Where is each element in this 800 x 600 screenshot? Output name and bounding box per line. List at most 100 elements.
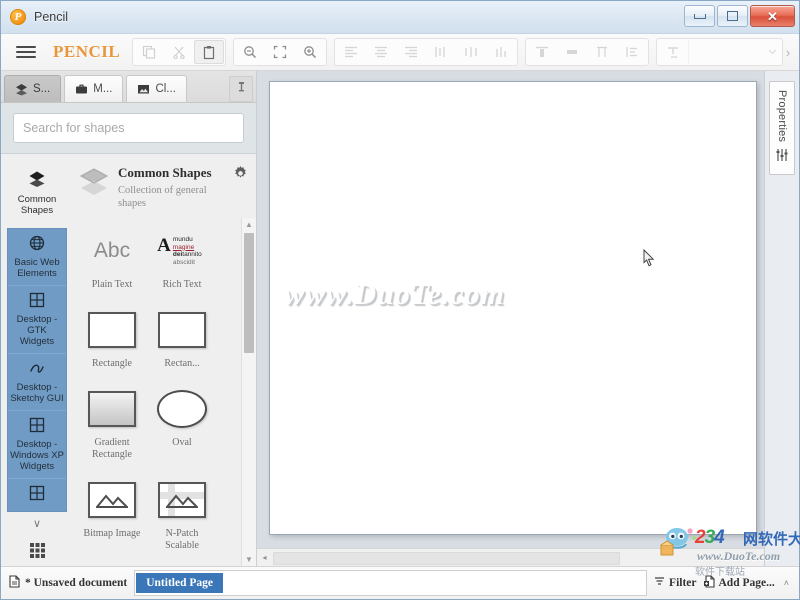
- shape-grid: Abc Plain Text A mundu magine deitannito ab…: [73, 218, 241, 566]
- document-name-group: * Unsaved document: [9, 575, 127, 591]
- page-tab-strip[interactable]: Untitled Page: [134, 570, 648, 596]
- collections-area: Common Shapes Basic Web Elements Desktop…: [1, 154, 256, 566]
- oval-icon: [157, 386, 207, 432]
- distribute-vertical-button[interactable]: [617, 40, 647, 64]
- page-tab-untitled-page[interactable]: Untitled Page: [136, 573, 223, 593]
- distribute-center-button[interactable]: [456, 40, 486, 64]
- scrollbar-track[interactable]: [242, 231, 256, 553]
- chevron-down-icon: [768, 47, 777, 58]
- align-middle-icon: [565, 46, 579, 58]
- window-controls: ✕: [684, 5, 795, 27]
- align-middle-button[interactable]: [557, 40, 587, 64]
- scrollbar-thumb[interactable]: [244, 233, 254, 353]
- shape-item-rectangle[interactable]: Rectangle: [77, 301, 147, 380]
- shape-label: Oval: [172, 437, 192, 448]
- statusbar-collapse-button[interactable]: ˄: [782, 578, 791, 588]
- toolbar-overflow-button[interactable]: ›: [780, 40, 796, 64]
- tab-tools-label: M...: [93, 83, 113, 95]
- main-menu-button[interactable]: [9, 46, 43, 58]
- minimize-button[interactable]: [684, 5, 715, 27]
- zoom-fit-button[interactable]: [265, 40, 295, 64]
- canvas-viewport[interactable]: www.DuoTe.com: [257, 71, 764, 548]
- align-left-button[interactable]: [336, 40, 366, 64]
- align-bottom-button[interactable]: [587, 40, 617, 64]
- shape-label: N-Patch Scalable: [165, 528, 199, 551]
- distribute-right-button[interactable]: [486, 40, 516, 64]
- zoom-out-icon: [243, 45, 257, 59]
- hscrollbar-thumb[interactable]: [273, 552, 620, 565]
- rail-item-common-shapes[interactable]: Common Shapes: [8, 164, 66, 222]
- rail-item-desktop-windows-xp-widgets[interactable]: Desktop - Windows XP Widgets: [8, 411, 66, 479]
- all-collections-button[interactable]: [8, 540, 66, 566]
- align-center-icon: [374, 46, 388, 58]
- zoom-out-button[interactable]: [235, 40, 265, 64]
- app-brand-label: PENCIL: [53, 42, 121, 61]
- hscrollbar-track[interactable]: [273, 551, 763, 565]
- vertical-align-toolbar-group: [525, 38, 650, 66]
- tab-shapes-label: S...: [33, 83, 51, 95]
- canvas-horizontal-scrollbar[interactable]: ◂: [257, 548, 764, 566]
- rail-item-desktop-sketchy-gui[interactable]: Desktop - Sketchy GUI: [8, 354, 66, 411]
- copy-button[interactable]: [134, 40, 164, 64]
- rail-item-desktop-gtk-widgets[interactable]: Desktop - GTK Widgets: [8, 286, 66, 354]
- collection-title: Common Shapes: [118, 165, 212, 180]
- shapes-icon: [15, 83, 28, 96]
- align-center-button[interactable]: [366, 40, 396, 64]
- shape-item-gradient-rectangle[interactable]: Gradient Rectangle: [77, 380, 147, 471]
- collection-more-button[interactable]: ∨: [8, 512, 66, 534]
- collection-rail-current[interactable]: Common Shapes: [5, 162, 69, 228]
- align-toolbar-group: [334, 38, 519, 66]
- shape-item-plain-text[interactable]: Abc Plain Text: [77, 222, 147, 301]
- distribute-vertical-icon: [625, 46, 639, 58]
- filter-button[interactable]: Filter: [654, 576, 697, 590]
- pin-panel-button[interactable]: [229, 76, 253, 102]
- align-top-button[interactable]: [527, 40, 557, 64]
- shape-item-n-patch-scalable[interactable]: N-Patch Scalable: [147, 471, 217, 562]
- scroll-left-arrow-icon[interactable]: ◂: [257, 550, 272, 565]
- align-right-button[interactable]: [396, 40, 426, 64]
- layers-icon: [28, 170, 46, 191]
- shape-label: Bitmap Image: [83, 528, 141, 539]
- document-page[interactable]: www.DuoTe.com: [269, 81, 757, 535]
- rail-item-basic-web-elements[interactable]: Basic Web Elements: [8, 229, 66, 286]
- close-button[interactable]: ✕: [750, 5, 795, 27]
- scroll-down-arrow-icon[interactable]: ▼: [245, 553, 253, 566]
- collection-settings-button[interactable]: [233, 164, 248, 186]
- maximize-button[interactable]: [717, 5, 748, 27]
- font-size-combo[interactable]: [688, 40, 781, 64]
- distribute-left-button[interactable]: [426, 40, 456, 64]
- clipboard-toolbar-group: [132, 38, 227, 66]
- search-input[interactable]: [13, 113, 244, 143]
- zoom-in-icon: [303, 45, 317, 59]
- image-icon: [137, 83, 150, 95]
- distribute-right-icon: [494, 46, 508, 58]
- tab-tools[interactable]: M...: [64, 75, 124, 102]
- align-top-icon: [535, 46, 549, 58]
- tab-shapes[interactable]: S...: [4, 75, 62, 102]
- properties-panel-toggle[interactable]: Properties: [769, 81, 795, 176]
- pencil-app-icon: P: [10, 9, 26, 25]
- scroll-up-arrow-icon[interactable]: ▲: [245, 218, 253, 231]
- shape-item-oval[interactable]: Oval: [147, 380, 217, 471]
- rail-item-label: Basic Web Elements: [14, 257, 60, 279]
- cut-button[interactable]: [164, 40, 194, 64]
- add-page-button[interactable]: Add Page...: [703, 575, 775, 591]
- tab-clipart[interactable]: Cl...: [126, 75, 187, 102]
- shape-item-rectangle-2[interactable]: Rectan...: [147, 301, 217, 380]
- shape-item-bitmap-image[interactable]: Bitmap Image: [77, 471, 147, 562]
- gradient-rectangle-icon: [88, 386, 136, 432]
- rectangle-icon: [88, 307, 136, 353]
- rail-item-partial[interactable]: [8, 479, 66, 511]
- shape-label: Rich Text: [162, 279, 202, 290]
- pencil-application-window: P Pencil ✕ PENCIL › S... M... Cl... Sear…: [0, 0, 800, 600]
- text-format-button[interactable]: [658, 40, 688, 64]
- shape-panel-scrollbar[interactable]: ▲ ▼: [241, 218, 256, 566]
- distribute-left-icon: [434, 46, 448, 58]
- shape-item-rich-text[interactable]: A mundu magine deitannito abscidit Rich Tex…: [147, 222, 217, 301]
- zoom-in-button[interactable]: [295, 40, 325, 64]
- scissors-icon: [172, 45, 186, 59]
- filter-label: Filter: [669, 577, 697, 589]
- paste-button[interactable]: [194, 40, 225, 64]
- shape-collection-column: Common Shapes Collection of general shap…: [73, 154, 256, 566]
- application-body: S... M... Cl... Search for shapes Common…: [1, 71, 799, 566]
